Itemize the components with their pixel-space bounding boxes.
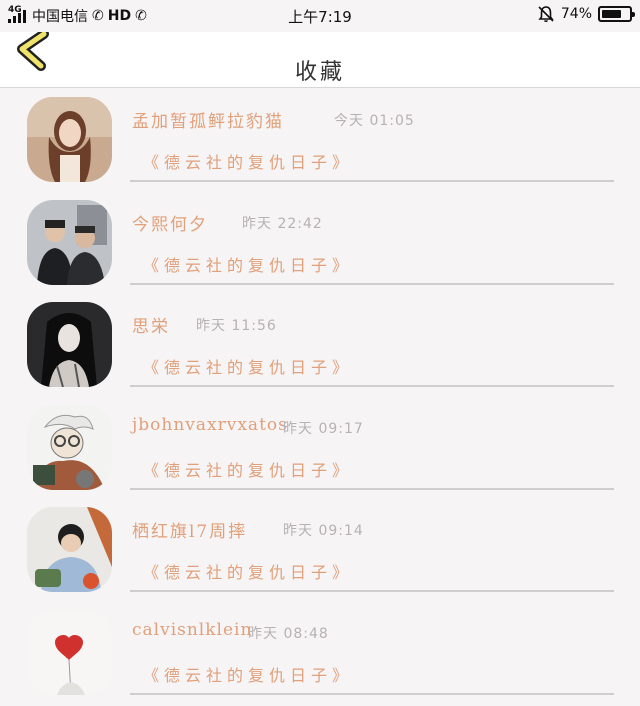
list-item[interactable]: 栖红旗l7周摔 昨天 09:14 《德云社的复仇日子》	[0, 499, 640, 602]
timestamp: 昨天 08:48	[248, 625, 329, 642]
timestamp: 昨天 09:17	[283, 420, 364, 437]
divider	[130, 590, 614, 593]
user-name: 思栄	[132, 317, 170, 338]
page-title: 收藏	[294, 60, 345, 85]
list-item[interactable]: 今熙何夕 昨天 22:42 《德云社的复仇日子》	[0, 192, 640, 295]
divider	[130, 282, 614, 285]
avatar[interactable]	[27, 199, 112, 285]
status-right: 74%	[537, 5, 635, 23]
novel-title[interactable]: 《德云社的复仇日子》	[143, 662, 353, 686]
mute-bell-icon	[538, 6, 554, 23]
user-name: 孟加暂孤鲆拉豹猫	[132, 112, 284, 132]
timestamp: 今天 01:05	[334, 113, 415, 129]
favorites-list: 孟加暂孤鲆拉豹猫 今天 01:05 《德云社的复仇日子》 今熙何夕 昨天 22:…	[0, 89, 640, 705]
battery-percent: 74%	[560, 6, 592, 22]
list-item[interactable]: jbohnvaxrvxatos 昨天 09:17 《德云社的复仇日子》	[0, 397, 640, 500]
novel-title[interactable]: 《德云社的复仇日子》	[143, 149, 353, 173]
avatar[interactable]	[27, 97, 112, 182]
nav-bar: 收藏	[0, 29, 640, 88]
avatar[interactable]	[27, 404, 112, 490]
status-bar: 4G 中国电信 ✆ HD ✆ 上午7:19 74%	[0, 0, 640, 32]
battery-icon	[598, 6, 635, 22]
list-item[interactable]: calvisnlklein 昨天 08:48 《德云社的复仇日子》	[0, 602, 640, 705]
list-item[interactable]: 孟加暂孤鲆拉豹猫 今天 01:05 《德云社的复仇日子》	[0, 89, 640, 192]
novel-title[interactable]: 《德云社的复仇日子》	[143, 559, 353, 583]
user-name: 今熙何夕	[132, 214, 208, 235]
user-name: calvisnlklein	[132, 619, 253, 640]
novel-title[interactable]: 《德云社的复仇日子》	[143, 354, 353, 378]
timestamp: 昨天 11:56	[196, 318, 277, 335]
novel-title[interactable]: 《德云社的复仇日子》	[143, 457, 353, 481]
user-name: 栖红旗l7周摔	[132, 522, 248, 543]
avatar[interactable]	[27, 609, 112, 695]
divider	[130, 385, 614, 388]
novel-title[interactable]: 《德云社的复仇日子》	[143, 252, 353, 276]
user-name: jbohnvaxrvxatos	[132, 414, 288, 435]
avatar[interactable]	[27, 302, 112, 388]
timestamp: 昨天 09:14	[283, 523, 364, 540]
list-item[interactable]: 思栄 昨天 11:56 《德云社的复仇日子》	[0, 294, 640, 397]
avatar[interactable]	[27, 507, 112, 593]
timestamp: 昨天 22:42	[242, 215, 323, 232]
divider	[130, 487, 614, 490]
divider	[130, 180, 614, 182]
divider	[130, 692, 614, 695]
